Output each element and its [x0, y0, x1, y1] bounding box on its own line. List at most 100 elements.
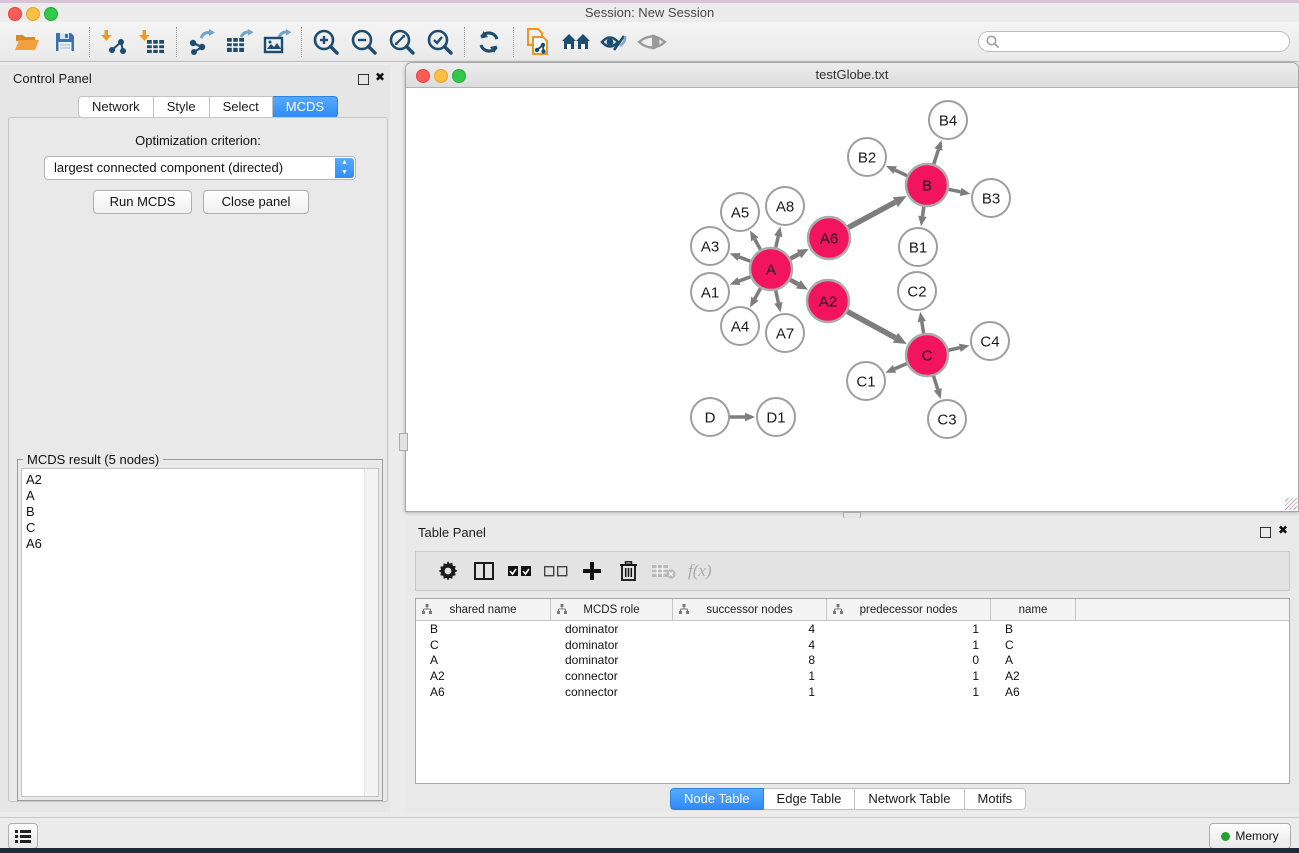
table-row[interactable]: Adominator80A — [416, 652, 1289, 668]
table-cell[interactable]: dominator — [551, 652, 673, 668]
column-header-name[interactable]: name — [991, 599, 1076, 620]
float-panel-icon[interactable] — [358, 74, 369, 85]
table-cell[interactable]: 1 — [827, 668, 991, 684]
graph-node-label: A — [766, 261, 776, 278]
table-cell[interactable]: A2 — [991, 668, 1076, 684]
result-item[interactable]: C — [26, 520, 378, 536]
zoom-out-button[interactable] — [345, 25, 383, 59]
import-table-button[interactable] — [133, 25, 171, 59]
import-network-button[interactable] — [95, 25, 133, 59]
export-table-button[interactable] — [220, 25, 258, 59]
table-cell[interactable]: C — [991, 637, 1076, 653]
table-cell[interactable]: 1 — [673, 684, 827, 700]
function-builder-button[interactable]: f(x) — [688, 561, 712, 581]
table-cell[interactable]: 1 — [827, 637, 991, 653]
graph-edge-A6-B[interactable] — [846, 202, 896, 229]
result-list-scrollbar[interactable] — [364, 469, 378, 796]
tab-network-table[interactable]: Network Table — [855, 788, 964, 810]
table-cell[interactable]: B — [416, 621, 551, 637]
clone-network-button[interactable] — [519, 25, 557, 59]
table-row[interactable]: A6connector11A6 — [416, 684, 1289, 700]
search-input[interactable] — [978, 31, 1290, 52]
table-cell[interactable]: 1 — [827, 621, 991, 637]
window-resize-grip[interactable] — [1285, 498, 1297, 510]
open-file-button[interactable] — [8, 25, 46, 59]
float-panel-icon[interactable] — [1260, 527, 1271, 538]
mcds-pane: Optimization criterion: largest connecte… — [8, 117, 388, 802]
table-cell[interactable]: 8 — [673, 652, 827, 668]
result-item[interactable]: A6 — [26, 536, 378, 552]
table-options-gear-button[interactable] — [430, 561, 466, 581]
table-cell[interactable]: A — [991, 652, 1076, 668]
table-cell[interactable]: 0 — [827, 652, 991, 668]
tab-network[interactable]: Network — [78, 96, 154, 118]
table-toolbar: f(x) — [415, 551, 1290, 591]
birdseye-view-button[interactable] — [633, 25, 671, 59]
graph-edge-arrowhead — [730, 253, 741, 261]
table-cell[interactable]: C — [416, 637, 551, 653]
tab-edge-table[interactable]: Edge Table — [764, 788, 856, 810]
close-panel-icon[interactable]: ✖ — [1278, 523, 1288, 537]
column-header-predecessor-nodes[interactable]: predecessor nodes — [827, 599, 991, 620]
close-panel-button[interactable]: Close panel — [203, 190, 309, 214]
network-window-titlebar[interactable]: testGlobe.txt — [406, 63, 1298, 88]
table-cell[interactable]: connector — [551, 668, 673, 684]
tab-select[interactable]: Select — [210, 96, 273, 118]
tab-style[interactable]: Style — [154, 96, 210, 118]
deselect-all-button[interactable] — [538, 566, 574, 577]
table-cell[interactable]: B — [991, 621, 1076, 637]
show-graphics-details-button[interactable] — [595, 25, 633, 59]
table-cell[interactable]: A2 — [416, 668, 551, 684]
table-cell[interactable]: A — [416, 652, 551, 668]
tab-mcds[interactable]: MCDS — [273, 96, 338, 118]
graph-node-label: A8 — [776, 198, 794, 215]
memory-button[interactable]: Memory — [1209, 823, 1291, 849]
task-history-button[interactable] — [8, 823, 38, 849]
show-column-button[interactable] — [466, 562, 502, 580]
tab-node-table[interactable]: Node Table — [670, 788, 764, 810]
table-cell[interactable]: connector — [551, 684, 673, 700]
column-header-MCDS-role[interactable]: MCDS role — [551, 599, 673, 620]
tab-motifs[interactable]: Motifs — [965, 788, 1027, 810]
delete-column-button[interactable] — [610, 561, 646, 581]
refresh-button[interactable] — [470, 25, 508, 59]
home-button[interactable] — [557, 25, 595, 59]
table-cell[interactable]: dominator — [551, 637, 673, 653]
mcds-result-list[interactable]: A2ABCA6 — [21, 468, 379, 797]
table-cell[interactable]: 1 — [827, 684, 991, 700]
zoom-selected-button[interactable] — [421, 25, 459, 59]
table-row[interactable]: Cdominator41C — [416, 637, 1289, 653]
network-canvas[interactable]: B4B2BB3A5A8A6B1A3AA1C2A2A4A7C4CC1C3DD1 — [406, 87, 1298, 511]
run-mcds-button[interactable]: Run MCDS — [93, 190, 192, 214]
add-column-button[interactable] — [574, 562, 610, 580]
result-item[interactable]: A — [26, 488, 378, 504]
close-panel-icon[interactable]: ✖ — [375, 70, 385, 84]
export-image-icon — [263, 29, 291, 55]
optimization-criterion-select[interactable]: largest connected component (directed) ▲… — [44, 156, 356, 180]
network-view-window: testGlobe.txt B4B2BB3A5A8A6B1A3AA1C2A2A4… — [405, 62, 1299, 512]
delete-table-button[interactable] — [646, 563, 682, 579]
table-cell[interactable]: 4 — [673, 621, 827, 637]
result-item[interactable]: B — [26, 504, 378, 520]
table-cell[interactable]: 1 — [673, 668, 827, 684]
divider-grip[interactable] — [399, 433, 408, 451]
export-image-button[interactable] — [258, 25, 296, 59]
node-table[interactable]: shared nameMCDS rolesuccessor nodesprede… — [415, 598, 1290, 784]
result-item[interactable]: A2 — [26, 472, 378, 488]
table-row[interactable]: A2connector11A2 — [416, 668, 1289, 684]
column-header-successor-nodes[interactable]: successor nodes — [673, 599, 827, 620]
zoom-in-button[interactable] — [307, 25, 345, 59]
export-network-button[interactable] — [182, 25, 220, 59]
table-cell[interactable]: 4 — [673, 637, 827, 653]
table-cell[interactable]: A6 — [416, 684, 551, 700]
table-cell[interactable]: dominator — [551, 621, 673, 637]
graph-edge-A2-C[interactable] — [845, 310, 896, 338]
save-session-button[interactable] — [46, 25, 84, 59]
column-header-shared-name[interactable]: shared name — [416, 599, 551, 620]
zoom-fit-button[interactable] — [383, 25, 421, 59]
table-cell[interactable]: A6 — [991, 684, 1076, 700]
memory-label: Memory — [1235, 829, 1278, 843]
list-icon — [15, 830, 31, 843]
table-row[interactable]: Bdominator41B — [416, 621, 1289, 637]
select-all-button[interactable] — [502, 566, 538, 577]
